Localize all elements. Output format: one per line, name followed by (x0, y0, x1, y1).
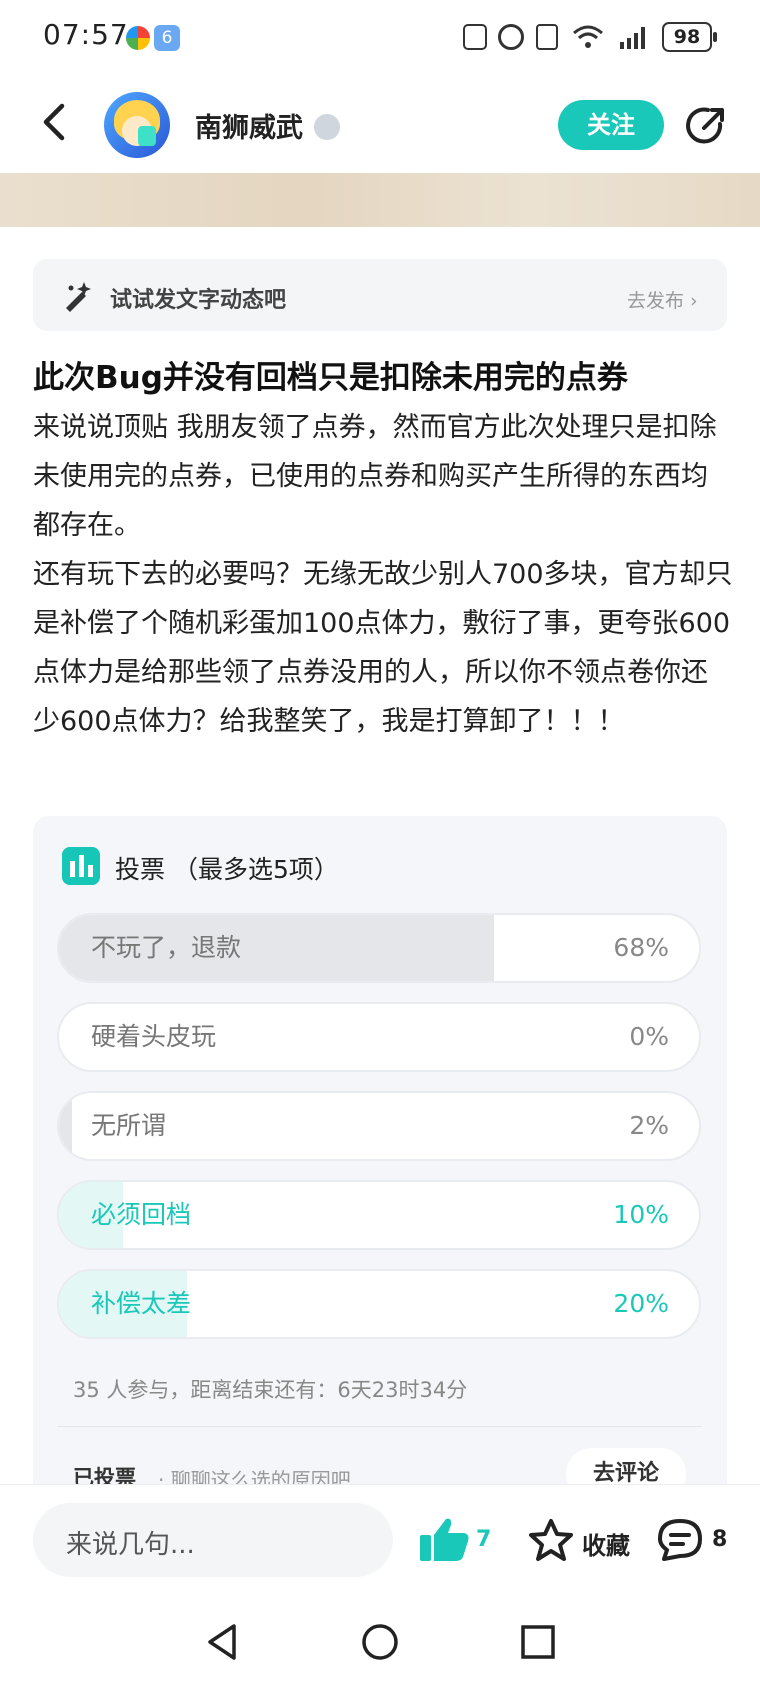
go-publish-link[interactable]: 去发布 › (627, 286, 698, 313)
alarm-icon (498, 24, 524, 50)
post-body: 来说说顶贴 我朋友领了点券，然而官方此次处理只是扣除未使用完的点券，已使用的点券… (33, 403, 733, 746)
poll-option-percent: 20% (613, 1289, 669, 1318)
vibrate-icon (536, 24, 558, 50)
poll-option-label: 必须回档 (91, 1200, 192, 1229)
poll-option[interactable]: 无所谓 2% (57, 1091, 701, 1161)
poll-option-percent: 10% (613, 1200, 669, 1229)
thumbs-up-icon[interactable] (420, 1517, 470, 1563)
poll-divider (57, 1426, 701, 1427)
cover-banner (0, 173, 760, 227)
user-level-badge-icon (314, 114, 340, 140)
status-time: 07:57 (43, 18, 129, 51)
comment-placeholder: 来说几句... (66, 1530, 195, 1560)
nav-back-icon[interactable] (204, 1622, 240, 1662)
poll-option-label: 无所谓 (91, 1111, 167, 1140)
post-paragraph: 来说说顶贴 我朋友领了点券，然而官方此次处理只是扣除未使用完的点券，已使用的点券… (33, 412, 717, 541)
post-paragraph: 还有玩下去的必要吗？无缘无故少别人700多块，官方却只是补偿了个随机彩蛋加100… (33, 559, 733, 737)
poll-option[interactable]: 补偿太差 20% (57, 1269, 701, 1339)
nav-recents-icon[interactable] (520, 1622, 556, 1662)
post-title: 此次Bug并没有回档只是扣除未用完的点券 (33, 360, 628, 396)
poll-meta: 35 人参与，距离结束还有：6天23时34分 (73, 1378, 468, 1402)
share-icon[interactable] (684, 104, 728, 148)
comment-bubble-icon[interactable] (656, 1518, 704, 1562)
battery-indicator: 98 (662, 22, 712, 52)
wifi-icon (573, 25, 603, 48)
nav-home-icon[interactable] (360, 1622, 400, 1662)
like-count: 7 (476, 1527, 492, 1552)
poll-option[interactable]: 不玩了，退款 68% (57, 913, 701, 983)
back-arrow-icon[interactable] (38, 102, 70, 142)
poll-title: 投票 （最多选5项） (115, 855, 339, 884)
app-notification-icon-2: 6 (154, 25, 180, 51)
follow-button[interactable]: 关注 (558, 100, 664, 150)
nfc-icon (463, 24, 487, 50)
poll-option-label: 硬着头皮玩 (91, 1022, 217, 1051)
poll-option-fill (59, 1093, 72, 1159)
poll-option-label: 补偿太差 (91, 1289, 192, 1318)
poll-option-label: 不玩了，退款 (91, 933, 242, 962)
comment-count: 8 (712, 1527, 728, 1552)
app-notification-icon (126, 26, 150, 50)
pen-sparkle-icon (66, 282, 91, 312)
favorite-label[interactable]: 收藏 (582, 1526, 630, 1561)
battery-tip (713, 32, 717, 42)
avatar[interactable] (104, 92, 170, 158)
poll-option-percent: 2% (629, 1111, 669, 1140)
poll-option[interactable]: 硬着头皮玩 0% (57, 1002, 701, 1072)
username[interactable]: 南狮威武 (195, 106, 303, 145)
compose-prompt-text: 试试发文字动态吧 (110, 288, 287, 313)
star-icon[interactable] (528, 1518, 574, 1562)
poll-option-percent: 0% (629, 1022, 669, 1051)
signal-icon (620, 27, 645, 49)
bar-chart-icon (62, 847, 100, 885)
poll-option[interactable]: 必须回档 10% (57, 1180, 701, 1250)
poll-option-percent: 68% (613, 933, 669, 962)
